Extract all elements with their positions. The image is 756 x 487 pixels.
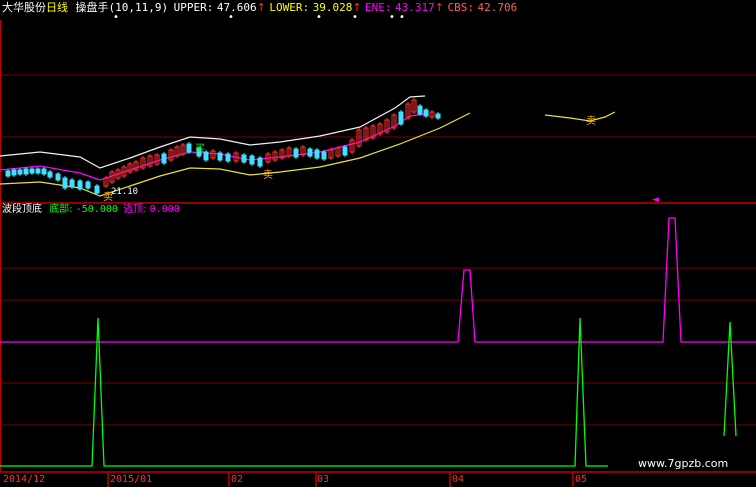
candle-body (77, 180, 83, 190)
bottom-signal-line (0, 317, 608, 467)
top-signal-line (0, 217, 756, 343)
signal-dot-icon: • (113, 12, 119, 23)
period-label[interactable]: 日线 (46, 1, 68, 14)
ene-line (0, 113, 426, 181)
upper-label: UPPER: (173, 1, 214, 14)
x-axis-label: 04 (452, 474, 465, 485)
candle-body (94, 185, 100, 194)
low-price-label: 21.10 (111, 187, 139, 197)
candle-body (307, 148, 313, 157)
lower-label: LOWER: (269, 1, 310, 14)
panel-grid (0, 20, 756, 472)
candle-body (342, 146, 348, 156)
cbs-value: 42.706 (477, 1, 518, 14)
candle-body (225, 153, 231, 162)
bottom-label: 底部: (49, 204, 73, 215)
candle-body (249, 155, 255, 165)
x-axis-label: 03 (317, 474, 330, 485)
candle-body (257, 157, 263, 167)
upper-up-arrow-icon: ↑ (256, 1, 266, 14)
candle-body (29, 168, 35, 174)
candle-body (241, 154, 247, 163)
indicator-header: 大华股份日线 操盘手(10,11,9) UPPER: 47.606↑ LOWER… (2, 2, 517, 14)
candle-body (161, 153, 167, 164)
x-axis-label: 02 (231, 474, 244, 485)
stock-name[interactable]: 大华股份 (2, 1, 46, 14)
top-label: 逃顶: (123, 204, 147, 215)
candle-body (47, 171, 53, 178)
candle-body (435, 113, 441, 119)
candle-body (5, 170, 11, 177)
cbs-label: CBS: (447, 1, 475, 14)
signal-dot-icon: • (316, 12, 322, 23)
bottom-signal-spike (723, 321, 737, 437)
indicator-name[interactable]: 操盘手 (76, 1, 109, 14)
signal-dot-icon: • (228, 12, 234, 23)
x-axis-label: 2014/12 (3, 474, 46, 485)
watermark: www.7gpzb.com (638, 457, 729, 470)
signal-dot-icon: • (399, 12, 405, 23)
candle-body (217, 152, 223, 161)
candle-body (55, 173, 61, 181)
candle-body (85, 181, 91, 189)
candle-body (314, 149, 320, 159)
signal-dot-icon: • (352, 12, 358, 23)
ene-label: ENE: (365, 1, 392, 14)
candle-body (41, 168, 47, 175)
candle-body (398, 111, 404, 125)
lower-band-segment (544, 111, 616, 122)
candle-body (423, 109, 429, 117)
bottom-value: -50.000 (75, 204, 118, 215)
candlesticks (5, 98, 441, 195)
price-bands (0, 95, 616, 197)
wave-top-bottom-plot (0, 217, 756, 467)
sub-panel-title[interactable]: 波段顶底 (2, 204, 42, 215)
buy-marker: 买 (195, 144, 205, 155)
x-axis-label: 05 (575, 474, 588, 485)
candle-body (321, 151, 327, 160)
ene-up-arrow-icon: ↑ (434, 1, 445, 14)
sell-marker: 卖 (103, 192, 113, 203)
signal-dot-icon: • (389, 12, 395, 23)
chart-canvas (0, 20, 756, 487)
candle-body (69, 179, 75, 188)
upper-value: 47.606 (216, 1, 257, 14)
candle-body (11, 169, 17, 176)
sell-marker: 卖 (586, 116, 596, 127)
candle-body (35, 168, 41, 174)
candle-body (17, 169, 23, 175)
candle-body (186, 143, 192, 153)
cursor-marker-icon[interactable]: ◄ (652, 194, 659, 206)
candle-body (23, 168, 29, 175)
top-value: 0.000 (149, 204, 180, 215)
sell-marker: 卖 (263, 170, 273, 181)
sub-panel-header: 波段顶底 底部: -50.000 逃顶: 0.000 (2, 204, 180, 216)
candle-body (417, 105, 423, 115)
candle-body (62, 177, 68, 189)
candle-body (293, 148, 299, 158)
x-axis-label: 2015/01 (110, 474, 153, 485)
